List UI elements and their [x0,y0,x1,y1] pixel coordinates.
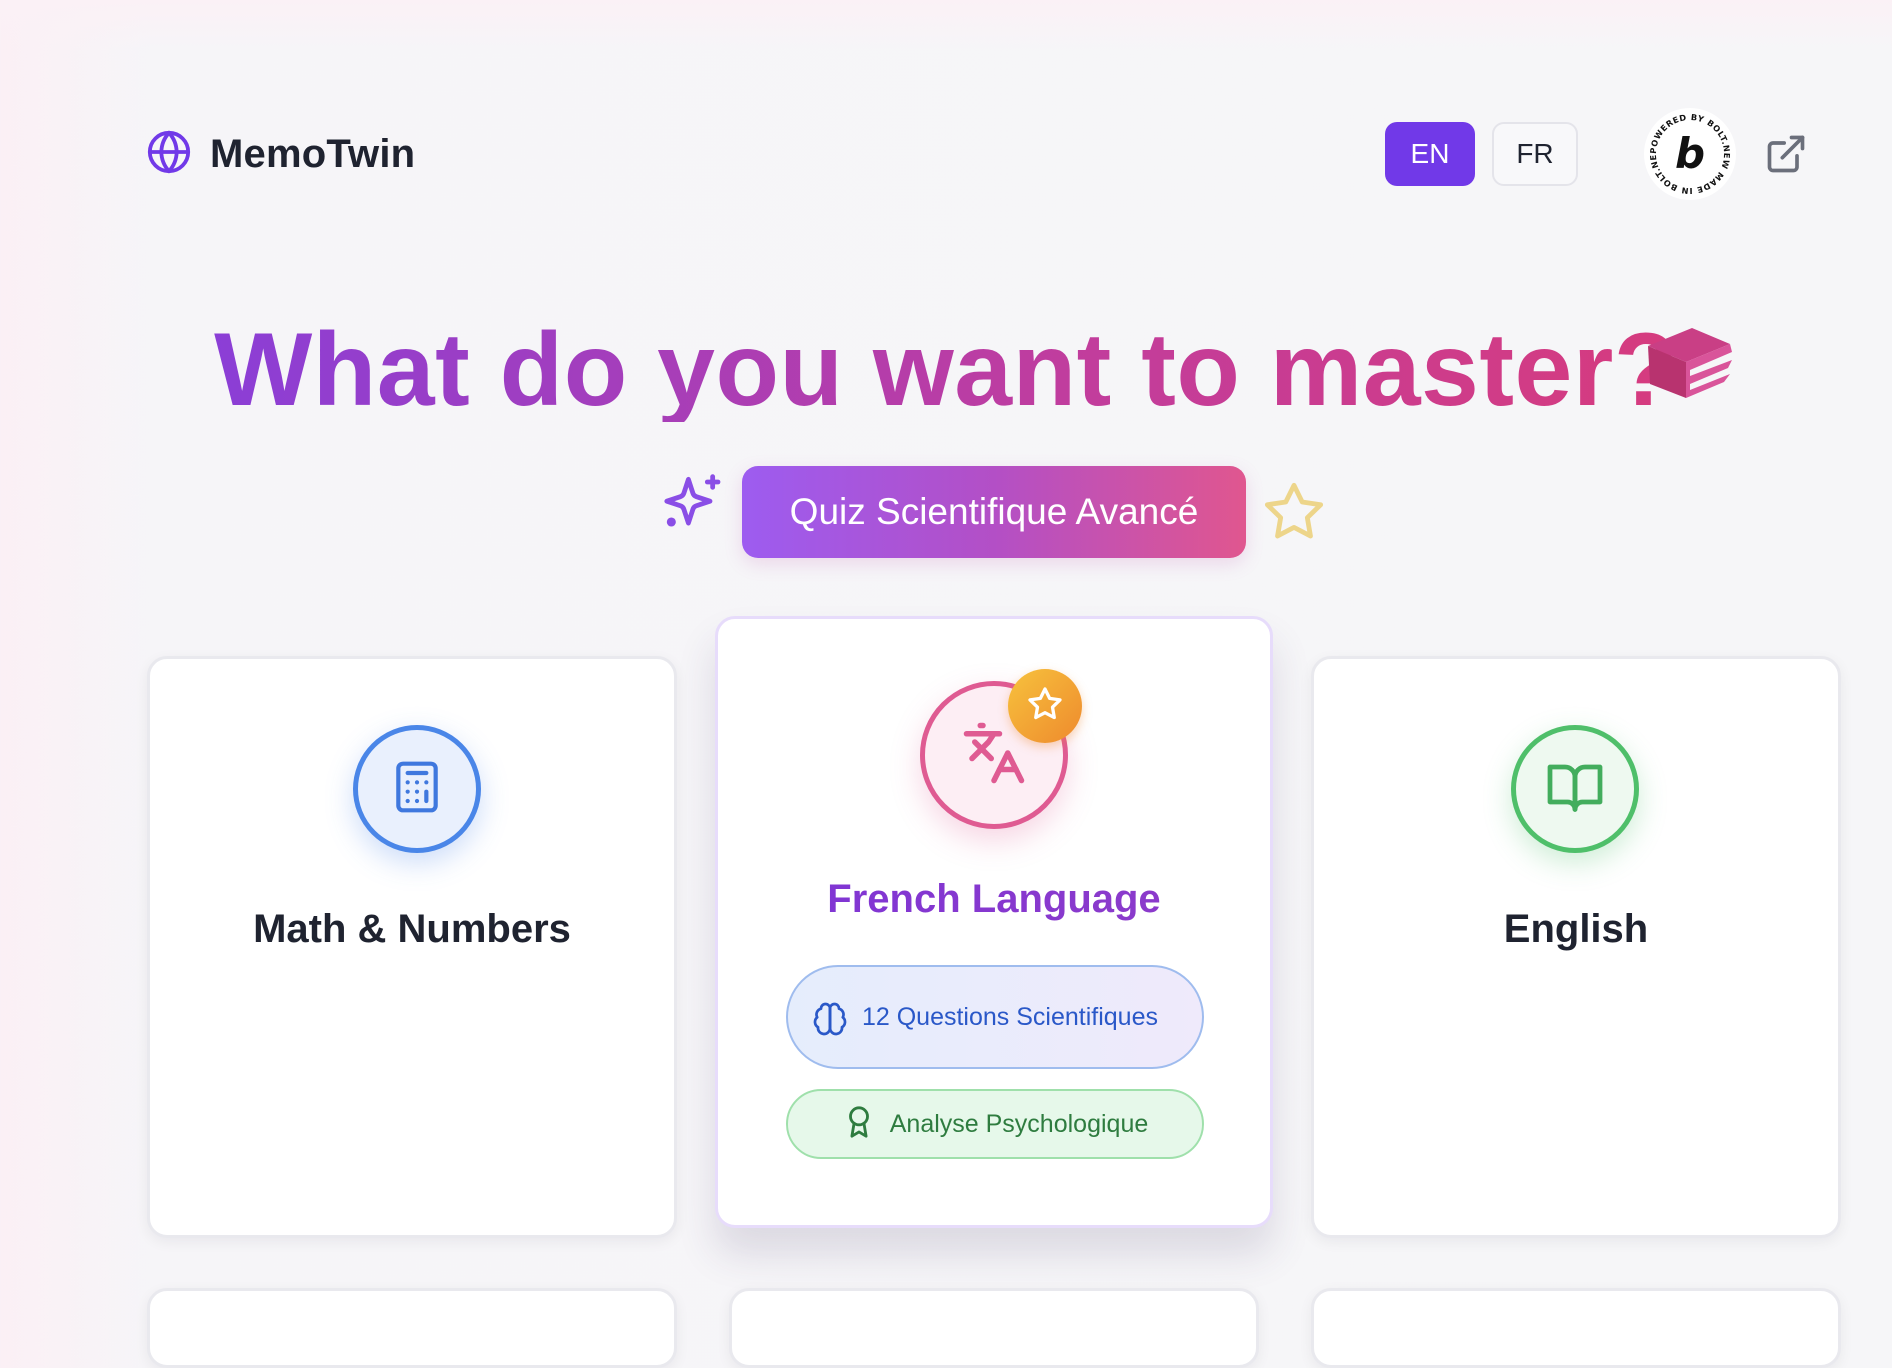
questions-tag: 12 Questions Scientifiques [786,965,1204,1069]
sparkles-icon [662,470,726,534]
page-title: What do you want to master? [214,312,1678,428]
card-title-english: English [1503,907,1649,951]
brain-icon [812,1001,848,1037]
brand-name: MemoTwin [210,131,416,176]
analysis-tag-text: Analyse Psychologique [889,1109,1149,1138]
quiz-scientifique-button[interactable]: Quiz Scientifique Avancé [742,466,1246,558]
hero: What do you want to master? [0,318,1892,422]
bolt-badge[interactable]: POWERED BY BOLT.NEW MADE IN BOLT.NEW b [1639,100,1736,200]
card-title-math: Math & Numbers [253,907,571,951]
book-open-icon [1545,757,1605,822]
subject-card-english[interactable]: English [1311,656,1841,1238]
subject-card-row2-2[interactable] [729,1288,1259,1368]
card-title-french: French Language [718,877,1270,922]
featured-badge [1008,669,1082,743]
star-outline-icon [1262,480,1326,544]
books-icon [1640,320,1736,416]
calculator-icon-circle [353,725,481,853]
analysis-tag: Analyse Psychologique [786,1089,1204,1159]
subject-card-row2-1[interactable] [147,1288,677,1368]
subject-card-math[interactable]: Math & Numbers [147,656,677,1238]
book-open-icon-circle [1511,725,1639,853]
top-fade [0,0,1892,50]
brand[interactable]: MemoTwin [146,128,415,180]
subject-card-french[interactable]: French Language 12 Questions Scientifiqu… [715,616,1273,1228]
language-fr-button[interactable]: FR [1492,122,1578,186]
bolt-logo-icon: b [1675,129,1705,178]
award-icon [842,1105,876,1144]
language-en-button[interactable]: EN [1385,122,1475,186]
questions-tag-text: 12 Questions Scientifiques [861,1003,1158,1031]
external-link-icon[interactable] [1764,132,1808,176]
globe-icon [146,129,192,180]
calculator-icon [389,759,445,820]
subject-card-row2-3[interactable] [1311,1288,1841,1368]
star-icon [1027,686,1063,727]
